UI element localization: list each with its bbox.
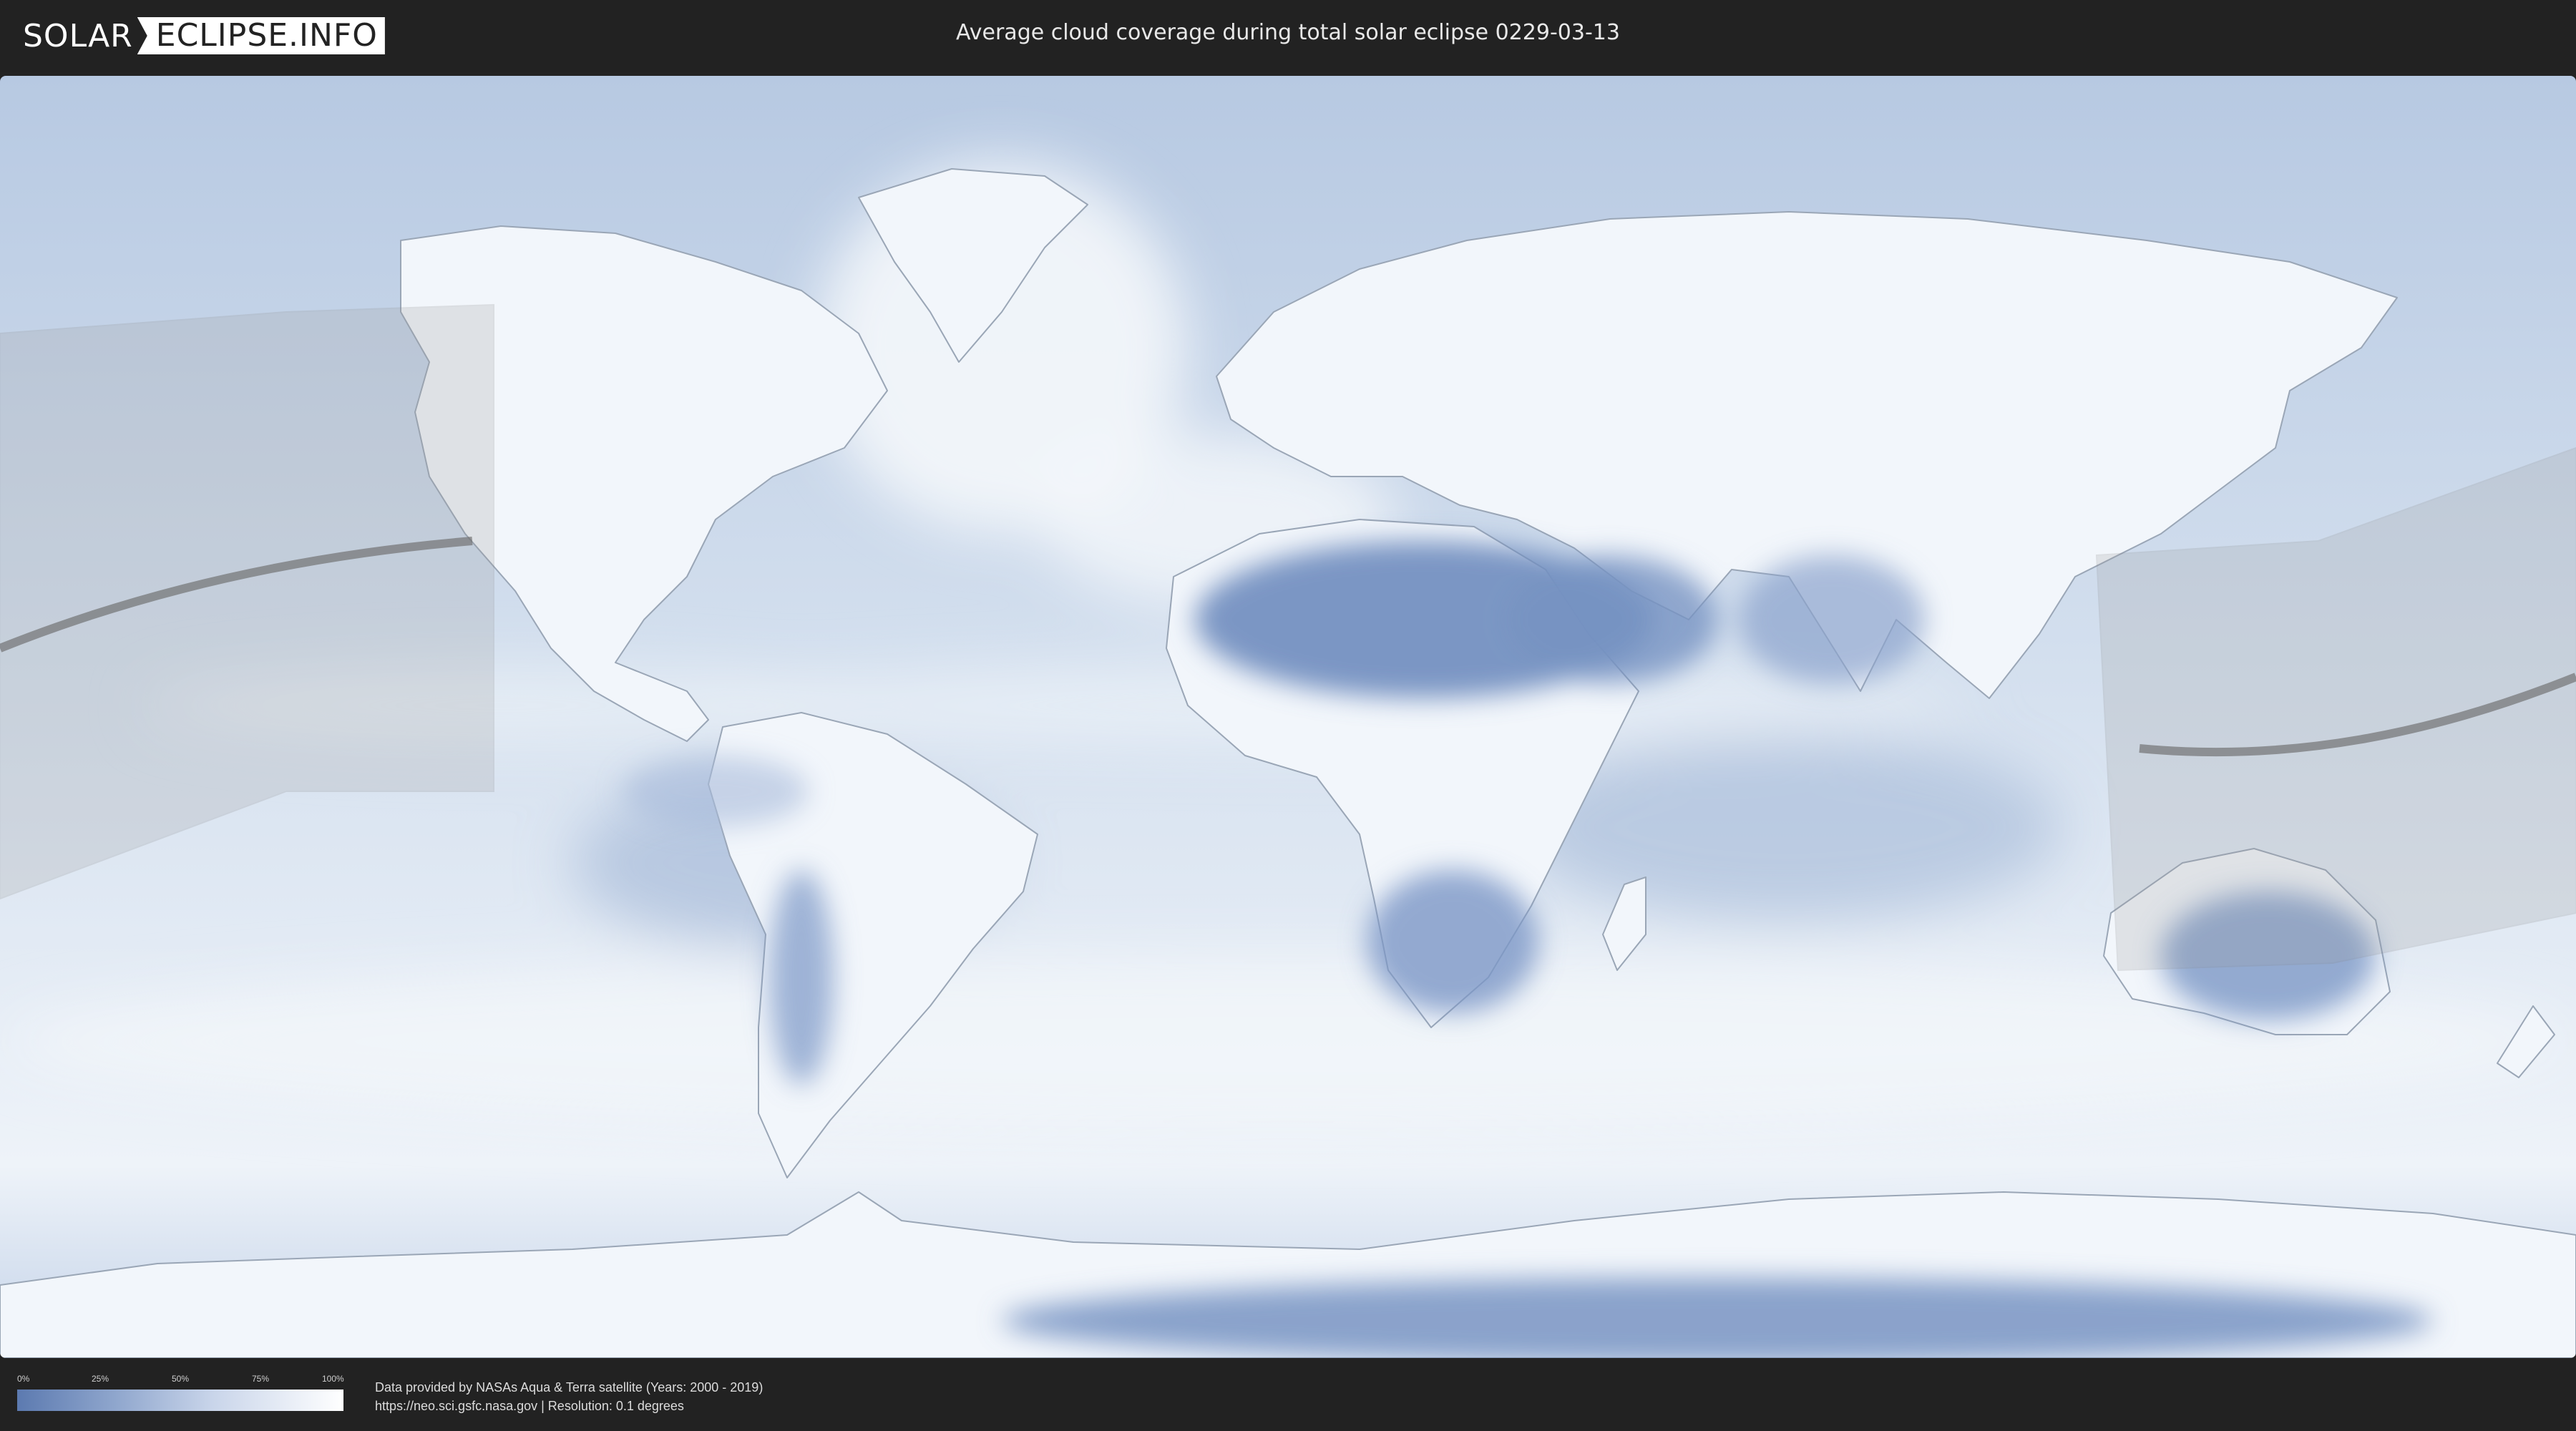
legend-tick-100: 100% [322,1374,344,1384]
top-bar: SOLAR ECLIPSE.INFO Average cloud coverag… [0,0,2576,72]
legend-ticks: 0% 25% 50% 75% 100% [17,1374,344,1384]
credits-line-url: https://neo.sci.gsfc.nasa.gov | Resoluti… [375,1399,684,1413]
legend-gradient-bar [17,1390,343,1411]
page-title: Average cloud coverage during total sola… [956,20,1620,45]
credits-line-source: Data provided by NASAs Aqua & Terra sate… [375,1380,763,1395]
cloud-coverage-map [0,76,2576,1358]
legend-tick-75: 75% [252,1374,270,1384]
data-credits: Data provided by NASAs Aqua & Terra sate… [375,1378,763,1415]
cloud-coverage-legend: 0% 25% 50% 75% 100% [17,1374,344,1414]
legend-tick-50: 50% [172,1374,190,1384]
legend-tick-25: 25% [92,1374,109,1384]
legend-tick-0: 0% [17,1374,30,1384]
